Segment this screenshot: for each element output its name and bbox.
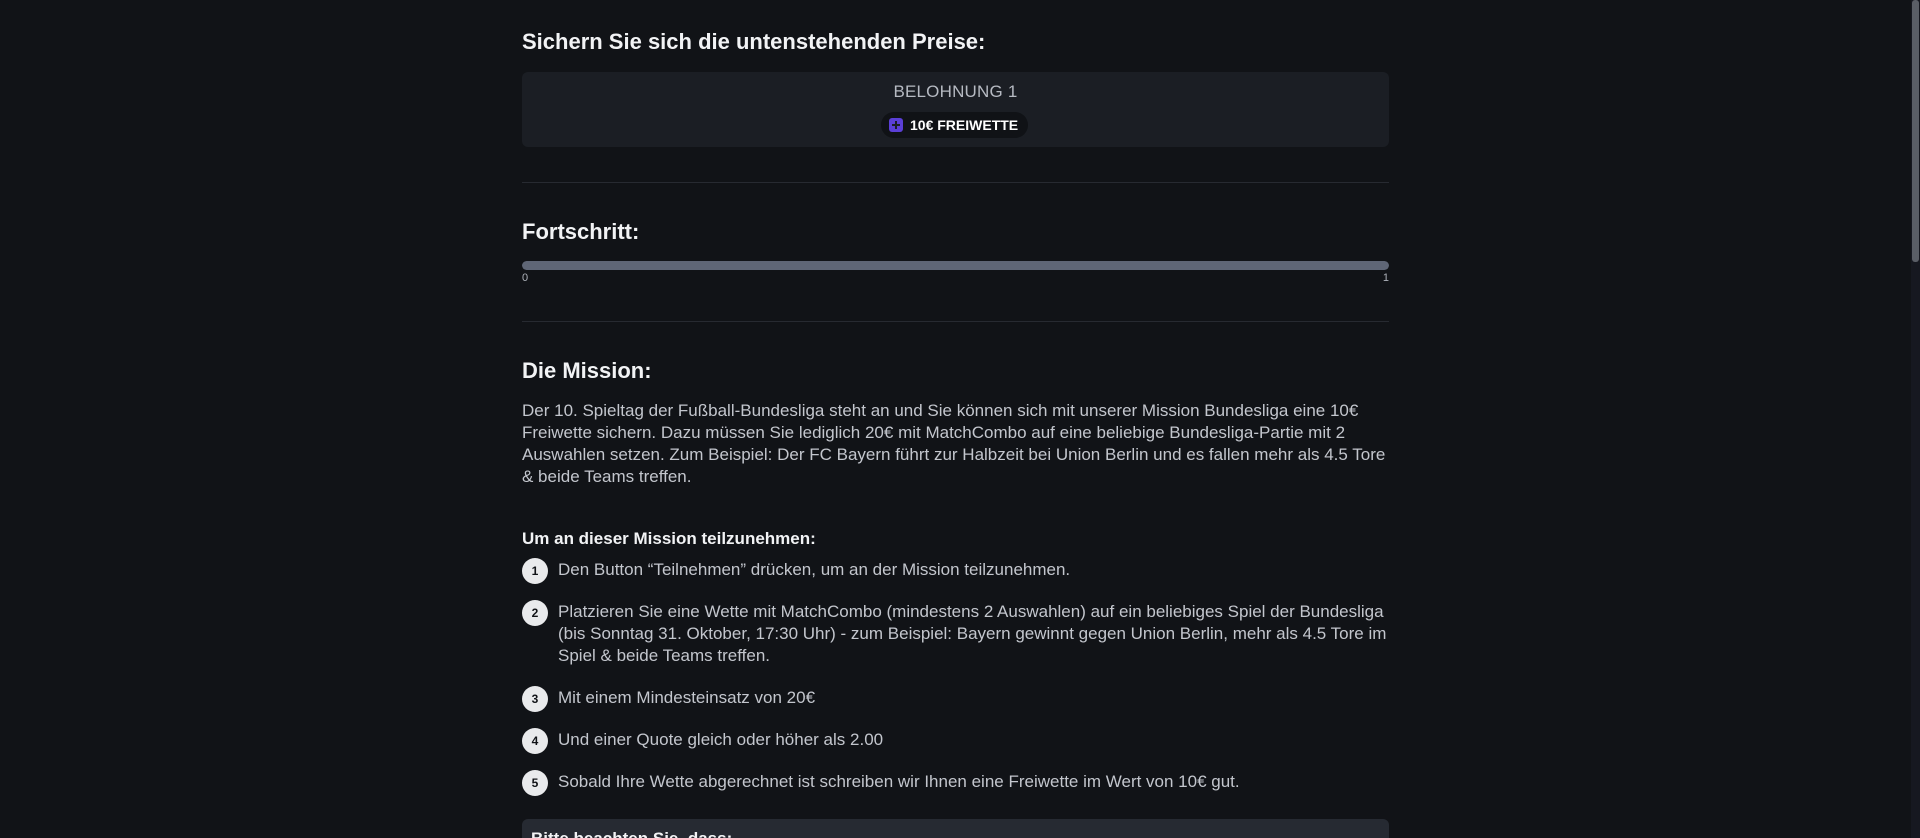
reward-card: BELOHNUNG 1 10€ FREIWETTE: [522, 72, 1389, 147]
divider: [522, 182, 1389, 183]
scrollbar[interactable]: [1911, 0, 1920, 838]
progress-min-label: 0: [522, 272, 529, 284]
step-text: Sobald Ihre Wette abgerechnet ist schrei…: [558, 772, 1240, 791]
step-number: 5: [522, 770, 548, 796]
step-number: 1: [522, 558, 548, 584]
participate-heading: Um an dieser Mission teilzunehmen:: [522, 529, 816, 548]
notice-box[interactable]: Bitte beachten Sie, dass:: [522, 819, 1389, 838]
step-item: 3 Mit einem Mindesteinsatz von 20€: [522, 685, 1389, 712]
step-number: 2: [522, 600, 548, 626]
step-item: 2 Platzieren Sie eine Wette mit MatchCom…: [522, 599, 1389, 667]
page: Sichern Sie sich die untenstehenden Prei…: [0, 0, 1920, 838]
mission-title: Die Mission:: [522, 358, 652, 383]
step-item: 1 Den Button “Teilnehmen” drücken, um an…: [522, 557, 1389, 584]
scrollbar-thumb[interactable]: [1912, 0, 1919, 262]
step-text: Und einer Quote gleich oder höher als 2.…: [558, 730, 884, 749]
gift-icon: [889, 118, 903, 132]
step-item: 4 Und einer Quote gleich oder höher als …: [522, 727, 1389, 754]
step-text: Den Button “Teilnehmen” drücken, um an d…: [558, 560, 1071, 579]
mission-description: Der 10. Spieltag der Fußball-Bundesliga …: [522, 401, 1386, 486]
progress-title: Fortschritt:: [522, 219, 640, 244]
step-number: 3: [522, 686, 548, 712]
step-text: Platzieren Sie eine Wette mit MatchCombo…: [558, 602, 1387, 665]
notice-title: Bitte beachten Sie, dass:: [531, 829, 732, 838]
step-item: 5 Sobald Ihre Wette abgerechnet ist schr…: [522, 769, 1389, 796]
reward-label: BELOHNUNG 1: [893, 82, 1018, 101]
progress-bar: [522, 261, 1389, 270]
reward-value: 10€ FREIWETTE: [910, 117, 1019, 133]
rewards-title: Sichern Sie sich die untenstehenden Prei…: [522, 29, 986, 54]
reward-badge: 10€ FREIWETTE: [881, 112, 1029, 138]
progress-fill: [522, 261, 1389, 270]
step-text: Mit einem Mindesteinsatz von 20€: [558, 688, 816, 707]
progress-max-label: 1: [1382, 272, 1389, 284]
divider: [522, 321, 1389, 322]
step-number: 4: [522, 728, 548, 754]
steps-list: 1 Den Button “Teilnehmen” drücken, um an…: [522, 557, 1389, 811]
